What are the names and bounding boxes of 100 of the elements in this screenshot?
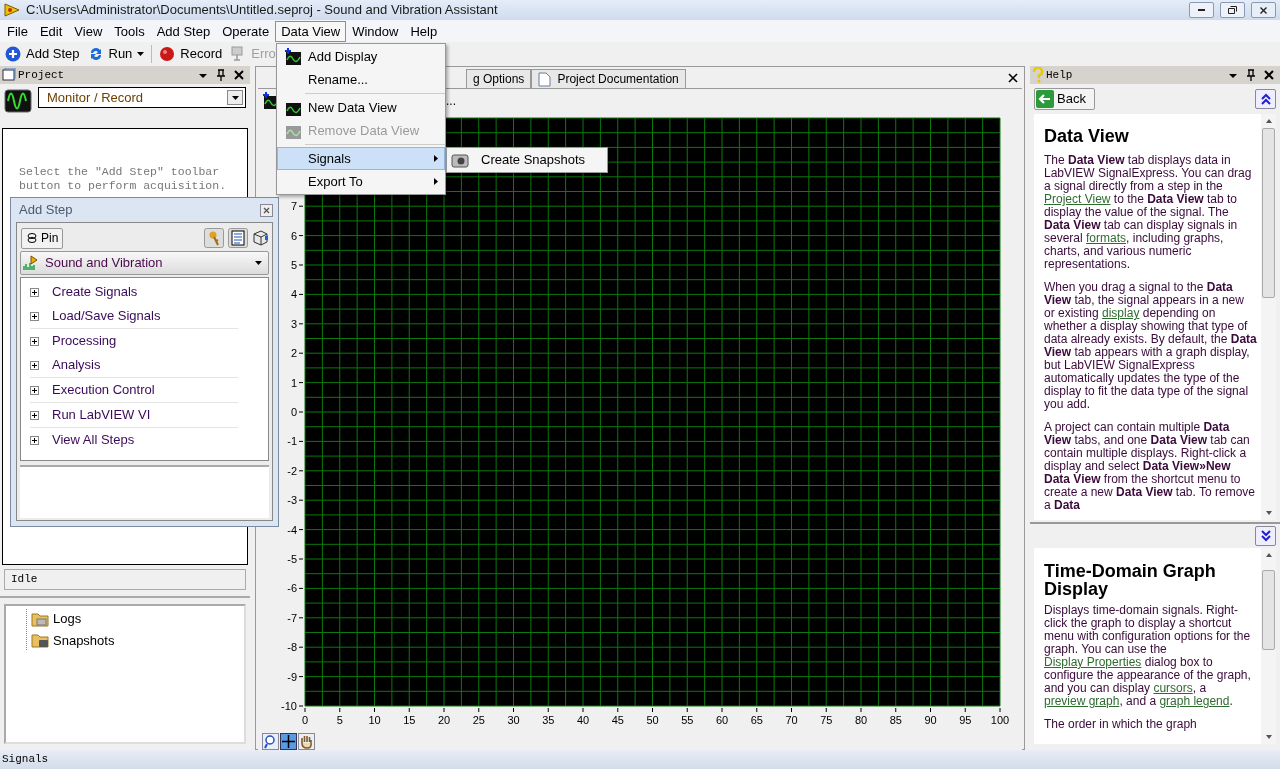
tree-item[interactable]: View All Steps <box>30 428 238 452</box>
cube-icon[interactable] <box>252 230 268 246</box>
scroll-thumb[interactable] <box>1262 570 1275 650</box>
document-icon <box>538 71 552 87</box>
tree-item[interactable]: Execution Control <box>30 378 238 402</box>
close-icon[interactable] <box>260 203 273 217</box>
scroll-up-icon[interactable] <box>1265 553 1272 557</box>
tick-label: 25 <box>472 714 485 726</box>
tick-label: 35 <box>542 714 555 726</box>
expand-icon[interactable] <box>30 435 39 445</box>
toolbar-button[interactable]: Add Step <box>4 43 81 64</box>
expand-icon[interactable] <box>30 287 39 297</box>
tree-item[interactable]: Load/Save Signals <box>30 304 238 328</box>
expand-icon[interactable] <box>30 360 39 370</box>
zoom-icon[interactable] <box>262 733 279 750</box>
help-link[interactable]: Project View <box>1044 192 1111 206</box>
pin-icon[interactable] <box>214 69 228 81</box>
tick-label: 55 <box>681 714 694 726</box>
menu-item[interactable]: Add Step <box>150 20 217 42</box>
panel-title: Project <box>18 67 66 83</box>
toolbar-button[interactable]: Run <box>86 43 146 64</box>
scrollbar[interactable] <box>1261 114 1276 520</box>
close-icon[interactable] <box>1008 73 1018 83</box>
menu-item[interactable]: Add Display <box>277 45 445 68</box>
close-icon <box>1260 6 1267 14</box>
expand-icon[interactable] <box>30 385 39 395</box>
tree-item[interactable]: Analysis <box>30 353 238 377</box>
help-paragraph: The order in which the graph <box>1044 718 1198 731</box>
menu-item[interactable]: New Data View <box>277 96 445 119</box>
close-icon[interactable] <box>1264 70 1274 80</box>
tick-label: -10 <box>281 700 297 712</box>
tree-item[interactable]: Create Signals <box>30 280 238 304</box>
minimize-button[interactable] <box>1189 2 1214 18</box>
dropdown-arrow-button[interactable] <box>227 90 243 105</box>
window-title: Add Step <box>19 201 73 220</box>
menu-item[interactable]: Data View <box>275 20 347 42</box>
tick-label: 2 <box>290 347 297 360</box>
camera-icon <box>451 152 469 168</box>
caret-icon <box>255 261 262 265</box>
maximize-icon <box>1228 6 1237 14</box>
pin-icon[interactable] <box>1244 69 1258 81</box>
toolbar-button[interactable]: Record <box>158 43 224 64</box>
scroll-thumb[interactable] <box>1262 128 1275 298</box>
menu-item[interactable]: Export To <box>277 170 445 193</box>
help-heading: Data View <box>1044 126 1130 146</box>
close-icon[interactable] <box>234 70 244 80</box>
tab[interactable]: Project Documentation <box>531 69 686 88</box>
menu-item[interactable]: Operate <box>216 20 276 42</box>
menu-item[interactable]: Window <box>346 20 405 42</box>
help-link[interactable]: Display Properties <box>1044 655 1142 669</box>
tree-item[interactable]: Logs <box>31 609 244 629</box>
tick-label: 70 <box>785 714 798 726</box>
hand-icon[interactable] <box>298 733 315 750</box>
tick-label: 0 <box>301 714 309 726</box>
tick-label: 95 <box>959 714 972 726</box>
help-link[interactable]: display <box>1102 306 1140 320</box>
collapse-button[interactable] <box>1255 89 1276 109</box>
tick-label: 40 <box>576 714 590 726</box>
add-chart-icon <box>284 47 302 66</box>
add-icon <box>5 45 21 62</box>
folder-icon <box>31 632 49 649</box>
expand-button[interactable] <box>1255 526 1276 546</box>
tree-item[interactable]: Run LabVIEW VI <box>30 403 238 427</box>
menu-item[interactable]: Create Snapshots <box>447 149 607 171</box>
help-link[interactable]: cursors <box>1153 681 1193 695</box>
tick-label: -3 <box>287 494 297 507</box>
tick-label: 3 <box>290 317 297 330</box>
record-icon <box>159 45 176 62</box>
pin-button[interactable]: Pin <box>21 227 64 249</box>
scrollbar[interactable] <box>1261 548 1276 744</box>
menu-item[interactable]: Help <box>404 20 444 42</box>
double-chevron-up-icon <box>1259 93 1272 105</box>
mode-dropdown[interactable]: Monitor / Record <box>38 87 246 108</box>
key-icon[interactable] <box>204 228 224 248</box>
tree-item[interactable]: Processing <box>30 329 238 353</box>
close-button[interactable] <box>1251 2 1276 18</box>
back-button[interactable]: Back <box>1034 88 1095 110</box>
scroll-down-icon[interactable] <box>1265 511 1272 515</box>
maximize-button[interactable] <box>1220 2 1245 18</box>
category-dropdown[interactable]: Sound and Vibration <box>20 251 269 275</box>
expand-icon[interactable] <box>30 410 39 420</box>
question-mark-icon <box>1032 67 1044 83</box>
help-paragraph: The Data View tab displays data in LabVIEW SignalExpress. You can drag a signal directly from a step in the Project View to the Data View tab to display the value of the signal. The Data View tab can display signals in several formats, including graphs, charts, and various numeric representations. <box>1044 154 1253 271</box>
expand-icon[interactable] <box>30 311 39 321</box>
tree-item[interactable]: Snapshots <box>31 630 244 650</box>
tick-label: 5 <box>336 714 343 726</box>
expand-icon[interactable] <box>30 336 39 346</box>
app-logo-icon <box>4 3 20 17</box>
scroll-down-icon[interactable] <box>1265 735 1272 739</box>
crosshair-icon[interactable] <box>280 733 297 750</box>
list-icon[interactable] <box>228 228 248 248</box>
menu-item[interactable]: Tools <box>108 20 151 42</box>
menu-item[interactable]: Signals <box>277 147 445 170</box>
help-paragraph: When you drag a signal to the Data View tab, the signal appears in a new or existing display depending on whether a display showing that type of data already exists. By default, the Data View tab appears with a graph display, but LabVIEW SignalExpress automatically updates the type of the display to fit the data type of the signal you add. <box>1044 281 1257 411</box>
scroll-up-icon[interactable] <box>1265 119 1272 123</box>
menu-item[interactable]: Rename... <box>277 68 445 91</box>
tab[interactable]: g Options <box>466 69 532 88</box>
menu-item[interactable]: View <box>68 20 109 42</box>
menu-item[interactable]: File <box>1 20 34 42</box>
menu-item[interactable]: Edit <box>33 20 69 42</box>
